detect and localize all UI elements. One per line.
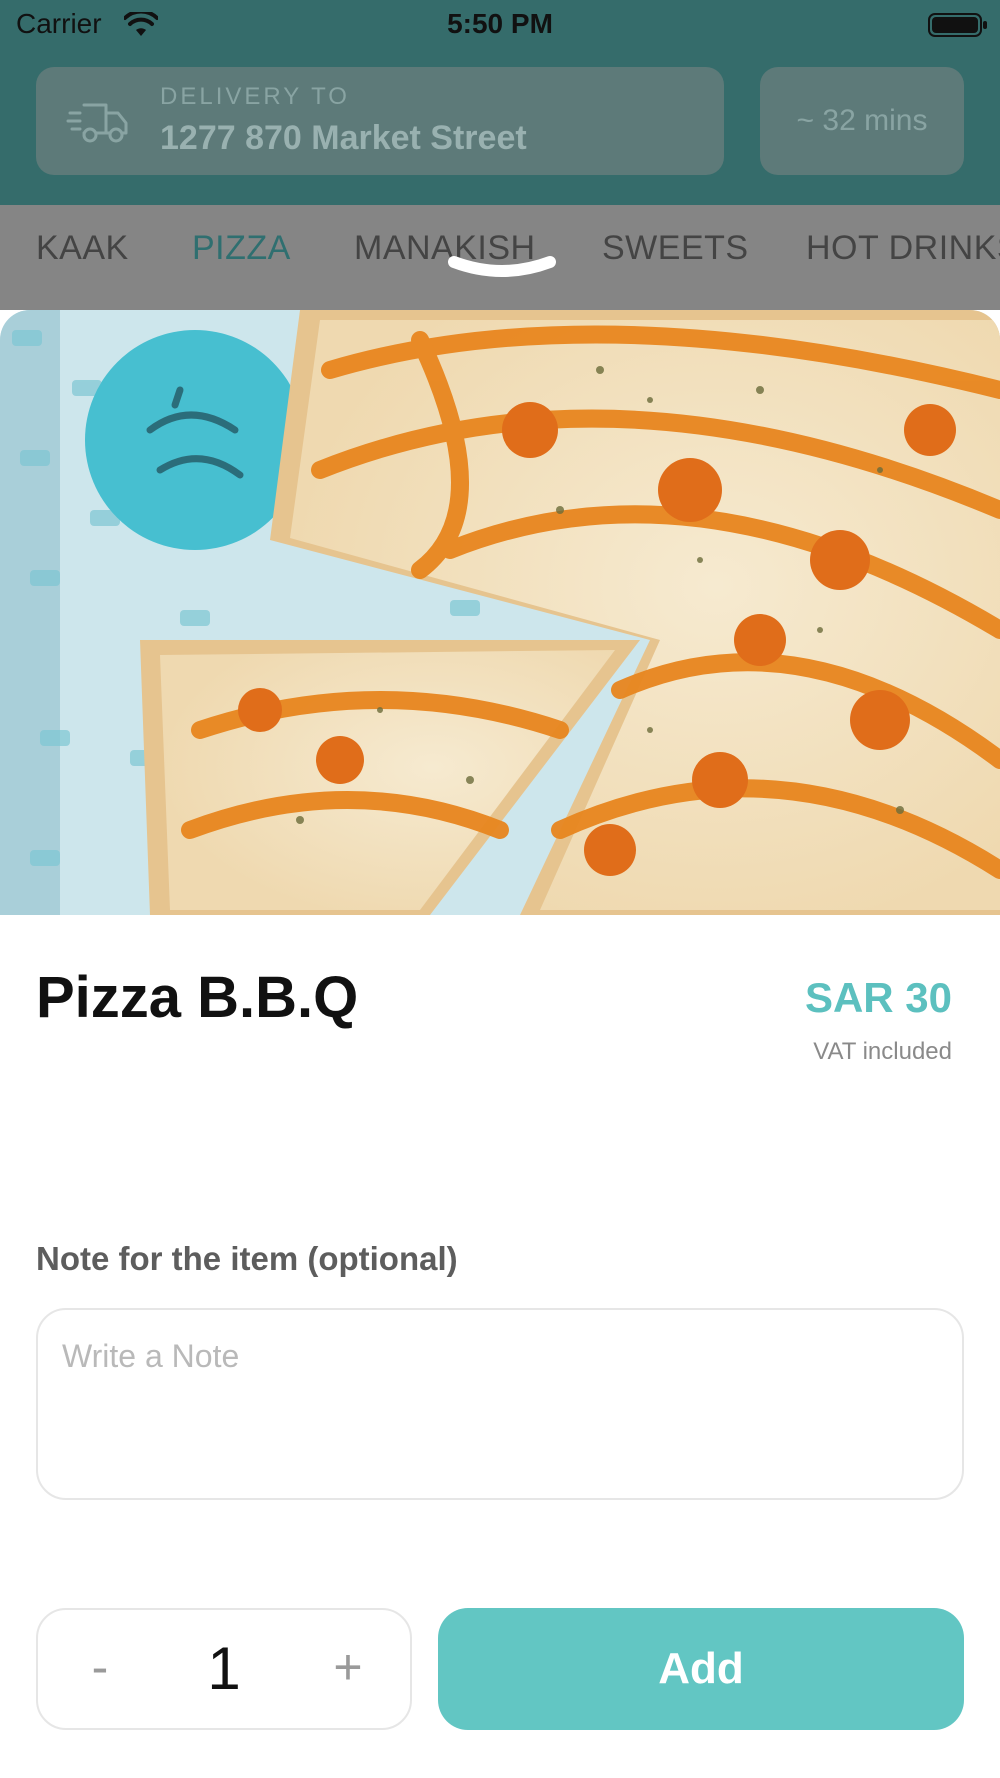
status-bar: Carrier 5:50 PM bbox=[0, 0, 1000, 52]
delivery-truck-icon bbox=[66, 103, 128, 143]
delivery-address: 1277 870 Market Street bbox=[160, 119, 527, 157]
quantity-stepper: - 1 + bbox=[36, 1608, 412, 1730]
delivery-address-selector[interactable]: DELIVERY TO 1277 870 Market Street bbox=[36, 67, 724, 175]
item-detail-sheet: Pizza B.B.Q SAR 30 VAT included Note for… bbox=[0, 310, 1000, 1778]
tab-kaak[interactable]: KAAK bbox=[36, 229, 129, 268]
increase-quantity-button[interactable]: + bbox=[298, 1610, 398, 1728]
note-label: Note for the item (optional) bbox=[36, 1240, 458, 1277]
delivery-label: DELIVERY TO bbox=[160, 83, 350, 110]
item-detail-screen: Carrier 5:50 PM DELIVERY TO 1277 870 Mar… bbox=[0, 0, 1000, 1778]
add-to-cart-button[interactable]: Add bbox=[438, 1608, 964, 1730]
tab-sweets[interactable]: SWEETS bbox=[602, 229, 749, 268]
sheet-dismiss-chevron-icon[interactable] bbox=[446, 254, 558, 284]
delivery-eta-badge: ~ 32 mins bbox=[760, 67, 964, 175]
item-price: SAR 30 bbox=[804, 974, 952, 1021]
tab-pizza[interactable]: PIZZA bbox=[192, 229, 291, 268]
quantity-value: 1 bbox=[207, 1635, 241, 1702]
item-title: Pizza B.B.Q bbox=[36, 965, 359, 1030]
clock: 5:50 PM bbox=[447, 8, 553, 39]
note-input[interactable] bbox=[36, 1308, 964, 1500]
tab-hot-drinks[interactable]: HOT DRINKS bbox=[806, 229, 1000, 268]
decrease-quantity-button[interactable]: - bbox=[50, 1610, 150, 1728]
pizza-photo bbox=[0, 310, 1000, 915]
battery-icon bbox=[928, 13, 987, 37]
vat-note: VAT included bbox=[813, 1038, 952, 1065]
